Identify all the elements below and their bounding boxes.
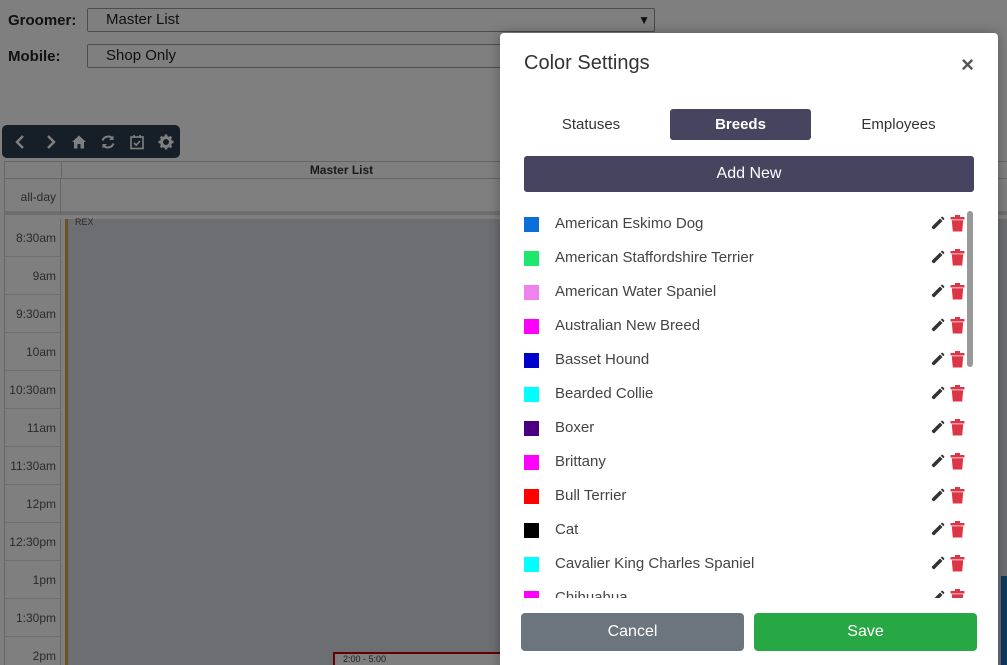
color-swatch <box>524 455 539 470</box>
trash-icon[interactable] <box>950 555 965 572</box>
pencil-icon[interactable] <box>929 590 945 598</box>
list-item: Cavalier King Charles Spaniel <box>524 545 965 579</box>
trash-icon[interactable] <box>950 249 965 266</box>
add-new-button[interactable]: Add New <box>524 156 974 192</box>
list-item: Australian New Breed <box>524 307 965 341</box>
color-swatch <box>524 557 539 572</box>
breed-name: American Staffordshire Terrier <box>555 249 754 266</box>
trash-icon[interactable] <box>950 351 965 368</box>
color-swatch <box>524 217 539 232</box>
color-settings-modal: Color Settings × Statuses Breeds Employe… <box>500 33 998 665</box>
trash-icon[interactable] <box>950 453 965 470</box>
color-swatch <box>524 489 539 504</box>
list-item: Chihuahua <box>524 579 965 598</box>
breed-name: Brittany <box>555 453 606 470</box>
list-item: Bull Terrier <box>524 477 965 511</box>
breed-name: American Water Spaniel <box>555 283 717 300</box>
color-swatch <box>524 387 539 402</box>
list-item: Brittany <box>524 443 965 477</box>
breed-name: Boxer <box>555 419 595 436</box>
pencil-icon[interactable] <box>929 454 945 470</box>
pencil-icon[interactable] <box>929 284 945 300</box>
trash-icon[interactable] <box>950 215 965 232</box>
color-swatch <box>524 353 539 368</box>
list-item: Basset Hound <box>524 341 965 375</box>
breed-name: Cat <box>555 521 579 538</box>
breed-name: Bull Terrier <box>555 487 627 504</box>
list-item: American Staffordshire Terrier <box>524 239 965 273</box>
color-swatch <box>524 591 539 598</box>
breed-name: American Eskimo Dog <box>555 215 704 232</box>
color-swatch <box>524 251 539 266</box>
pencil-icon[interactable] <box>929 522 945 538</box>
color-swatch <box>524 523 539 538</box>
pencil-icon[interactable] <box>929 420 945 436</box>
cancel-button[interactable]: Cancel <box>521 613 744 651</box>
tab-breeds[interactable]: Breeds <box>670 109 811 140</box>
pencil-icon[interactable] <box>929 216 945 232</box>
pencil-icon[interactable] <box>929 352 945 368</box>
pencil-icon[interactable] <box>929 488 945 504</box>
trash-icon[interactable] <box>950 385 965 402</box>
pencil-icon[interactable] <box>929 386 945 402</box>
tab-statuses[interactable]: Statuses <box>524 109 658 140</box>
pencil-icon[interactable] <box>929 250 945 266</box>
trash-icon[interactable] <box>950 283 965 300</box>
list-item: Cat <box>524 511 965 545</box>
trash-icon[interactable] <box>950 589 965 598</box>
list-item: Boxer <box>524 409 965 443</box>
breed-name: Cavalier King Charles Spaniel <box>555 555 755 572</box>
breed-name: Australian New Breed <box>555 317 701 334</box>
close-icon[interactable]: × <box>961 53 974 77</box>
trash-icon[interactable] <box>950 317 965 334</box>
trash-icon[interactable] <box>950 521 965 538</box>
pencil-icon[interactable] <box>929 318 945 334</box>
color-swatch <box>524 285 539 300</box>
list-item: American Eskimo Dog <box>524 205 965 239</box>
trash-icon[interactable] <box>950 487 965 504</box>
breed-name: Bearded Collie <box>555 385 654 402</box>
modal-title: Color Settings <box>524 52 650 74</box>
tab-employees[interactable]: Employees <box>823 109 974 140</box>
breed-name: Basset Hound <box>555 351 650 368</box>
pencil-icon[interactable] <box>929 556 945 572</box>
breed-list[interactable]: Chihuahua Cavalier King Charles Spaniel Ca… <box>524 205 976 598</box>
save-button[interactable]: Save <box>754 613 977 651</box>
color-swatch <box>524 421 539 436</box>
trash-icon[interactable] <box>950 419 965 436</box>
list-item: Bearded Collie <box>524 375 965 409</box>
tab-bar: Statuses Breeds Employees <box>524 109 974 140</box>
color-swatch <box>524 319 539 334</box>
list-item: American Water Spaniel <box>524 273 965 307</box>
scrollbar-thumb[interactable] <box>967 211 973 367</box>
breed-name: Chihuahua <box>555 589 628 598</box>
